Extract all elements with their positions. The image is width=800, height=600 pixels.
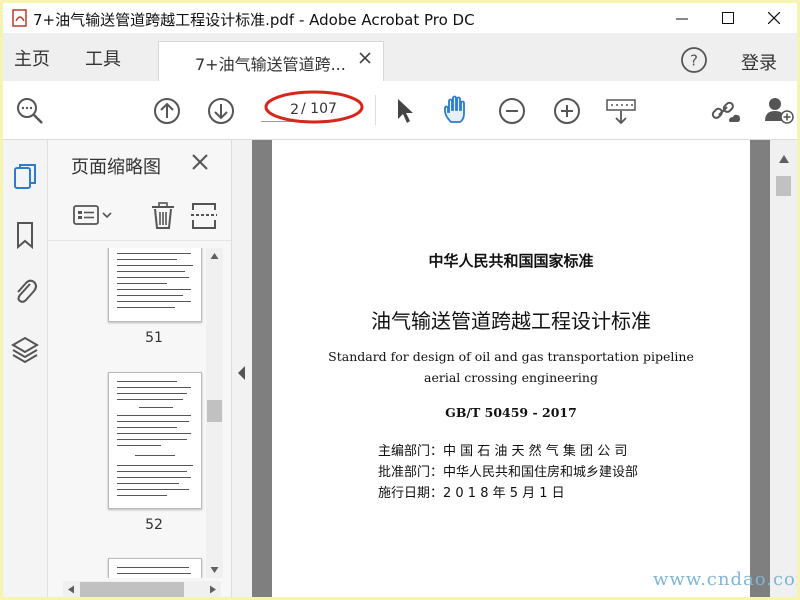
effective-date: 施行日期：2 0 1 8 年 5 月 1 日 <box>378 486 565 501</box>
collapse-panel-icon[interactable] <box>237 366 246 380</box>
editor-department: 主编部门：中 国 石 油 天 然 气 集 团 公 司 <box>378 444 628 459</box>
next-page-icon[interactable] <box>207 97 235 125</box>
page-thumbnails-icon[interactable] <box>11 162 39 192</box>
thumbnail-scroll-thumb[interactable] <box>207 400 222 422</box>
close-window-button[interactable] <box>751 3 797 33</box>
navigation-rail <box>3 140 48 597</box>
doc-scroll-up-icon[interactable] <box>779 155 789 163</box>
menu-home[interactable]: 主页 <box>14 45 50 71</box>
watermark: www.cndao.com <box>653 569 797 590</box>
help-icon[interactable]: ? <box>680 46 708 74</box>
panel-splitter[interactable] <box>231 140 253 597</box>
english-title-line-2: aerial crossing engineering <box>424 370 598 385</box>
zoom-out-icon[interactable] <box>498 97 526 125</box>
toolbar: / 107 <box>3 81 797 140</box>
layers-icon[interactable] <box>11 334 39 364</box>
close-panel-icon[interactable] <box>192 154 208 170</box>
thumbnail-horizontal-scrollbar[interactable] <box>63 581 221 597</box>
thumbnail-page-52[interactable] <box>108 372 202 509</box>
panel-toolbar <box>48 190 231 241</box>
add-user-icon[interactable] <box>763 95 795 125</box>
scroll-down-icon[interactable] <box>210 565 219 574</box>
scroll-up-icon[interactable] <box>210 252 219 261</box>
document-title: 油气输送管道跨越工程设计标准 <box>371 309 651 333</box>
thumbnail-page-51[interactable] <box>108 248 202 322</box>
document-tab-label: 7+油气输送管道跨... <box>195 55 346 74</box>
horizontal-scroll-thumb[interactable] <box>80 582 184 597</box>
scroll-right-icon[interactable] <box>208 585 217 594</box>
share-link-icon[interactable] <box>709 97 741 125</box>
delete-page-icon[interactable] <box>150 201 176 231</box>
thumbnail-list: 51 52 <box>48 248 206 578</box>
document-vertical-scrollbar[interactable] <box>770 140 797 597</box>
close-icon <box>768 12 780 24</box>
thumbnail-page-53[interactable] <box>108 558 202 578</box>
thumbnails-panel: 页面缩略图 51 52 <box>48 140 231 597</box>
zoom-search-icon[interactable] <box>15 96 45 126</box>
previous-page-icon[interactable] <box>153 97 181 125</box>
bookmarks-icon[interactable] <box>11 220 39 250</box>
close-tab-icon[interactable] <box>359 52 371 64</box>
minimize-button[interactable] <box>659 3 705 33</box>
standard-code: GB/T 50459 - 2017 <box>445 405 577 420</box>
marquee-zoom-icon[interactable] <box>605 98 637 126</box>
insert-page-icon[interactable] <box>190 201 218 231</box>
document-viewport: 中华人民共和国国家标准 油气输送管道跨越工程设计标准 Standard for … <box>252 140 770 597</box>
zoom-in-icon[interactable] <box>553 97 581 125</box>
title-bar: 7+油气输送管道跨越工程设计标准.pdf - Adobe Acrobat Pro… <box>3 3 797 33</box>
menu-tools[interactable]: 工具 <box>85 45 121 71</box>
select-arrow-icon[interactable] <box>395 97 415 125</box>
attachments-icon[interactable] <box>11 276 39 306</box>
document-scroll-thumb[interactable] <box>776 176 791 196</box>
approver-department: 批准部门：中华人民共和国住房和城乡建设部 <box>378 465 639 480</box>
panel-title: 页面缩略图 <box>71 157 161 178</box>
document-tab[interactable]: 7+油气输送管道跨... <box>158 41 384 82</box>
login-button[interactable]: 登录 <box>741 49 777 75</box>
pdf-file-icon <box>11 9 29 27</box>
maximize-button[interactable] <box>705 3 751 33</box>
document-page: 中华人民共和国国家标准 油气输送管道跨越工程设计标准 Standard for … <box>272 140 750 597</box>
minimize-icon <box>676 18 688 20</box>
english-title-line-1: Standard for design of oil and gas trans… <box>328 349 694 364</box>
thumbnail-options-icon[interactable] <box>72 204 114 228</box>
thumbnail-vertical-scrollbar[interactable] <box>206 248 223 578</box>
window-title: 7+油气输送管道跨越工程设计标准.pdf - Adobe Acrobat Pro… <box>33 11 475 29</box>
thumbnail-label-52: 52 <box>145 517 163 533</box>
hand-tool-icon[interactable] <box>441 94 473 126</box>
menu-bar: 主页 工具 7+油气输送管道跨... ? 登录 <box>3 33 797 82</box>
maximize-icon <box>722 12 734 24</box>
standard-header: 中华人民共和国国家标准 <box>428 252 594 270</box>
acrobat-window: 7+油气输送管道跨越工程设计标准.pdf - Adobe Acrobat Pro… <box>3 3 797 597</box>
annotation-ellipse <box>264 90 364 124</box>
svg-text:?: ? <box>690 52 698 70</box>
thumbnail-label-51: 51 <box>145 330 163 346</box>
toolbar-divider <box>375 95 376 125</box>
scroll-left-icon[interactable] <box>67 585 76 594</box>
